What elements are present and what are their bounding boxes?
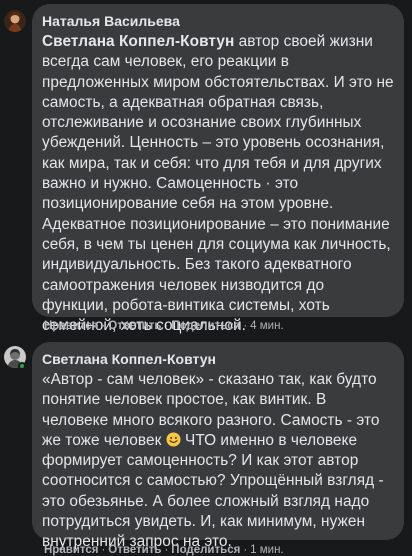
comment-author[interactable]: Наталья Васильева: [42, 12, 394, 30]
comment-timestamp[interactable]: 1 мин.: [250, 544, 283, 556]
share-button[interactable]: Поделиться: [171, 320, 240, 332]
smiling-face-icon: [166, 432, 181, 447]
comment-text: «Автор - сам человек» - сказано так, как…: [42, 370, 394, 553]
separator-dot: ·: [101, 544, 106, 556]
comment-timestamp[interactable]: 4 мин.: [250, 320, 283, 332]
reply-button[interactable]: Ответить: [108, 544, 161, 556]
online-status-icon: [18, 362, 26, 370]
comment-body: автор своей жизни всегда сам человек, ег…: [42, 33, 394, 335]
comment-actions: Нравится · Ответить · Поделиться · 1 мин.: [44, 544, 284, 556]
comment-bubble: Светлана Коппел-Ковтун «Автор - сам чело…: [32, 342, 404, 550]
comment-bubble: Наталья Васильева Светлана Коппел-Ковтун…: [32, 4, 404, 334]
separator-dot: ·: [101, 320, 106, 332]
separator-dot: ·: [243, 544, 248, 556]
comment-body-part-2: ЧТО именно в человеке формирует самоценн…: [42, 431, 384, 551]
like-button[interactable]: Нравится: [44, 544, 98, 556]
comment-text: Светлана Коппел-Ковтун автор своей жизни…: [42, 32, 394, 336]
separator-dot: ·: [164, 544, 169, 556]
separator-dot: ·: [164, 320, 169, 332]
like-button[interactable]: Нравится: [44, 320, 98, 332]
comment-actions: Нравится · Ответить · Поделиться · 4 мин.: [44, 320, 284, 332]
avatar-natalya[interactable]: [4, 10, 26, 32]
share-button[interactable]: Поделиться: [171, 544, 240, 556]
reply-button[interactable]: Ответить: [108, 320, 161, 332]
separator-dot: ·: [243, 320, 248, 332]
mention-link[interactable]: Светлана Коппел-Ковтун: [42, 33, 234, 50]
comment-author[interactable]: Светлана Коппел-Ковтун: [42, 350, 394, 368]
